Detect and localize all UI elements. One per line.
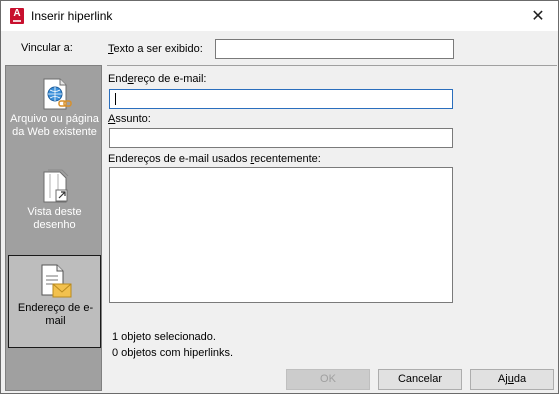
email-address-icon — [41, 264, 72, 298]
hyperlinked-objects-status: 0 objetos com hiperlinks. — [112, 347, 234, 359]
web-page-globe-icon — [43, 78, 72, 110]
title-bar: A Inserir hiperlink ✕ — [1, 1, 558, 31]
display-text-label: Texto a ser exibido: — [108, 43, 203, 55]
recent-emails-label: Endereços de e-mail usados recentemente: — [108, 153, 321, 165]
link-to-label: Vincular a: — [21, 42, 73, 54]
link-item-label: Endereço de e-mail — [17, 302, 94, 327]
link-item-existing-file-web-page[interactable]: Arquivo ou página da Web existente — [8, 69, 101, 161]
link-to-sidebar: Arquivo ou página da Web existente Vista… — [5, 65, 102, 391]
selected-objects-status: 1 objeto selecionado. — [112, 331, 216, 343]
cancel-button[interactable]: Cancelar — [378, 369, 462, 390]
dialog-title: Inserir hiperlink — [31, 9, 113, 23]
link-item-email-address[interactable]: Endereço de e-mail — [8, 255, 101, 348]
autocad-app-icon: A — [10, 8, 24, 24]
drawing-view-icon — [43, 169, 69, 203]
display-text-input[interactable] — [215, 39, 454, 59]
help-button[interactable]: Ajuda — [470, 369, 554, 390]
link-item-label: Vista deste desenho — [27, 206, 82, 231]
recent-emails-list[interactable] — [109, 167, 453, 303]
email-address-input[interactable] — [109, 89, 453, 109]
insert-hyperlink-dialog: A Inserir hiperlink ✕ Vincular a: Arquiv… — [0, 0, 559, 394]
subject-input[interactable] — [109, 128, 453, 148]
subject-label: Assunto: — [108, 113, 151, 125]
email-address-label: Endereço de e-mail: — [108, 73, 207, 85]
link-item-drawing-view[interactable]: Vista deste desenho — [8, 162, 101, 254]
close-icon[interactable]: ✕ — [526, 5, 550, 27]
separator — [107, 65, 557, 66]
link-item-label: Arquivo ou página da Web existente — [10, 113, 99, 138]
ok-button[interactable]: OK — [286, 369, 370, 390]
text-caret — [115, 93, 116, 105]
